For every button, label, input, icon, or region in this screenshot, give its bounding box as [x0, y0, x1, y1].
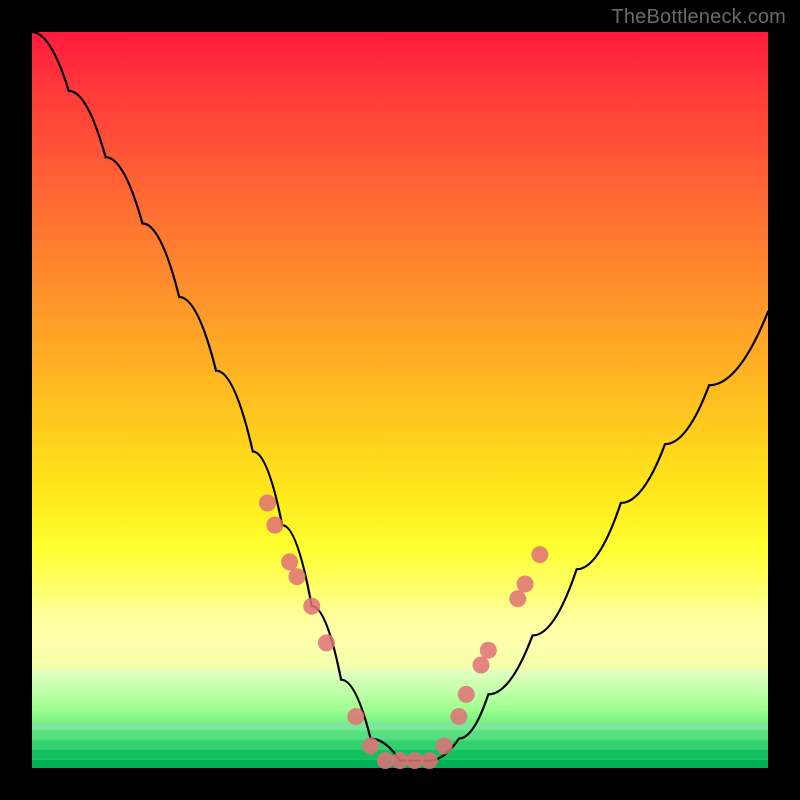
- marker-dot: [362, 737, 379, 754]
- bottleneck-curve: [32, 32, 768, 761]
- marker-dot: [450, 708, 467, 725]
- marker-dot: [473, 657, 490, 674]
- marker-dot: [281, 553, 298, 570]
- marker-dot: [266, 517, 283, 534]
- marker-group: [259, 495, 548, 770]
- marker-dot: [406, 752, 423, 769]
- marker-dot: [436, 737, 453, 754]
- marker-dot: [458, 686, 475, 703]
- marker-dot: [517, 576, 534, 593]
- marker-dot: [480, 642, 497, 659]
- marker-dot: [318, 634, 335, 651]
- marker-dot: [531, 546, 548, 563]
- marker-dot: [303, 598, 320, 615]
- marker-dot: [377, 752, 394, 769]
- chart-frame: TheBottleneck.com: [0, 0, 800, 800]
- curve-svg: [32, 32, 768, 768]
- marker-dot: [259, 495, 276, 512]
- marker-dot: [289, 568, 306, 585]
- marker-dot: [347, 708, 364, 725]
- marker-dot: [392, 752, 409, 769]
- watermark-text: TheBottleneck.com: [611, 6, 786, 29]
- marker-dot: [421, 752, 438, 769]
- marker-dot: [509, 590, 526, 607]
- plot-area: [32, 32, 768, 768]
